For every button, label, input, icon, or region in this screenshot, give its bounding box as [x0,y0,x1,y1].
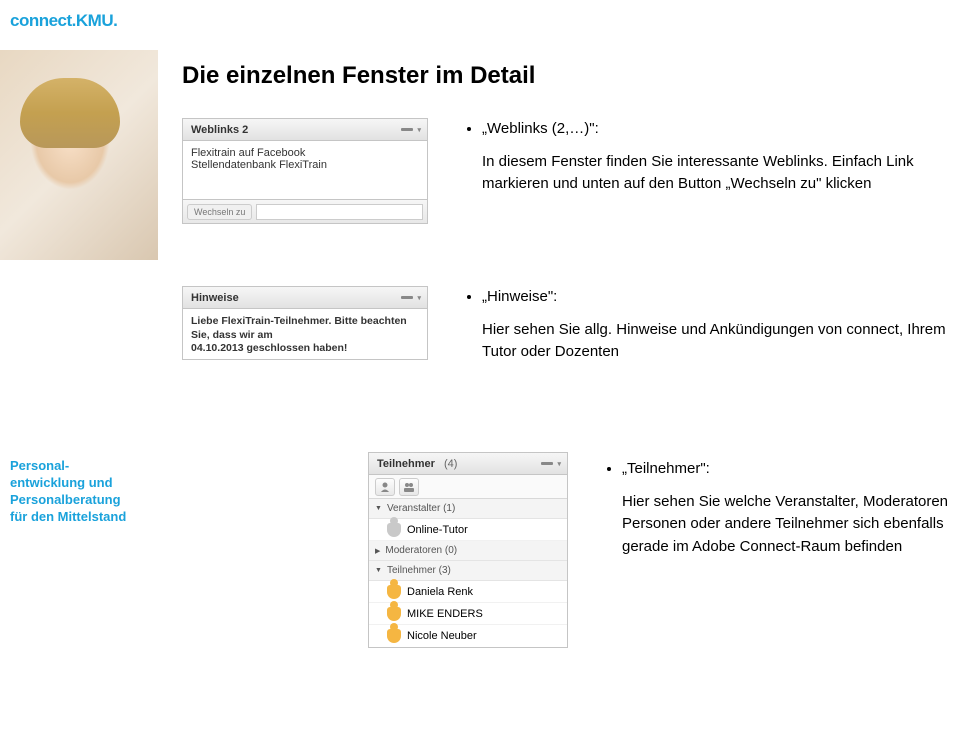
participant-name: Nicole Neuber [407,630,477,642]
panel-dropdown-icon[interactable]: ▾ [417,294,421,302]
bullet-weblinks: „Weblinks (2,…)": In diesem Fenster find… [458,118,948,196]
bullet-hinweise-desc: Hier sehen Sie allg. Hinweise und Ankünd… [482,319,948,364]
sidebar-tagline: Personal- entwicklung und Personalberatu… [10,458,150,526]
panel-menu-icon[interactable] [401,128,413,131]
chevron-right-icon: ▶ [375,547,380,555]
bullet-hinweise-title: „Hinweise": [482,286,948,309]
group-moderatoren[interactable]: ▶ Moderatoren (0) [369,541,567,561]
tagline-line-2: entwicklung und [10,475,150,492]
weblinks-body: Flexitrain auf Facebook Stellendatenbank… [183,141,427,199]
group-teilnehmer-label: Teilnehmer (3) [387,565,451,576]
toolbar-btn-1[interactable] [375,478,395,496]
panel-menu-icon[interactable] [541,462,553,465]
teilnehmer-title: Teilnehmer (4) [377,458,541,470]
hinweise-body: Liebe FlexiTrain-Teilnehmer. Bitte beach… [183,309,427,359]
decorative-photo [0,50,158,260]
bullet-hinweise: „Hinweise": Hier sehen Sie allg. Hinweis… [458,286,948,364]
participant-name: Online-Tutor [407,524,468,536]
hinweise-msg-line-2: 04.10.2013 geschlossen haben! [191,342,419,356]
person-icon [387,585,401,599]
panel-controls: ▾ [401,126,421,134]
hinweise-title: Hinweise [191,292,401,304]
logo: connect.KMU. [10,12,117,29]
person-icon [387,629,401,643]
teilnehmer-title-text: Teilnehmer [377,458,435,470]
teilnehmer-panel-header: Teilnehmer (4) ▾ [369,453,567,475]
weblinks-footer: Wechseln zu [183,199,427,223]
sidebar: connect.KMU. Personal- entwicklung und P… [0,0,158,756]
participant-row[interactable]: Daniela Renk [369,581,567,603]
wechseln-url-field[interactable] [256,204,423,220]
bullet-teilnehmer-title: „Teilnehmer": [622,458,948,481]
panel-controls: ▾ [401,294,421,302]
person-icon [387,523,401,537]
panel-controls: ▾ [541,460,561,468]
chevron-down-icon: ▼ [375,505,382,512]
logo-connect: connect. [10,11,76,30]
chevron-down-icon: ▼ [375,567,382,574]
teilnehmer-panel: Teilnehmer (4) ▾ ▼ Veranstalter (1) Onli… [368,452,568,648]
tagline-line-4: für den Mittelstand [10,509,150,526]
hinweise-panel: Hinweise ▾ Liebe FlexiTrain-Teilnehmer. … [182,286,428,360]
bullet-teilnehmer: „Teilnehmer": Hier sehen Sie welche Vera… [598,458,948,558]
tagline-line-1: Personal- [10,458,150,475]
wechseln-button[interactable]: Wechseln zu [187,204,252,220]
participant-name: MIKE ENDERS [407,608,483,620]
bullet-weblinks-title: „Weblinks (2,…)": [482,118,948,141]
logo-kmu: KMU [76,11,113,30]
teilnehmer-toolbar [369,475,567,499]
teilnehmer-count: (4) [444,458,457,470]
bullet-weblinks-desc: In diesem Fenster finden Sie interessant… [482,151,948,196]
weblinks-panel: Weblinks 2 ▾ Flexitrain auf Facebook Ste… [182,118,428,224]
group-veranstalter-label: Veranstalter (1) [387,503,455,514]
weblinks-panel-header: Weblinks 2 ▾ [183,119,427,141]
participant-row[interactable]: Nicole Neuber [369,625,567,647]
panel-dropdown-icon[interactable]: ▾ [557,460,561,468]
participant-row[interactable]: MIKE ENDERS [369,603,567,625]
weblinks-title: Weblinks 2 [191,124,401,136]
person-icon [387,607,401,621]
weblink-item-2[interactable]: Stellendatenbank FlexiTrain [191,159,419,171]
panel-menu-icon[interactable] [401,296,413,299]
toolbar-btn-2[interactable] [399,478,419,496]
participant-row-tutor[interactable]: Online-Tutor [369,519,567,541]
tagline-line-3: Personalberatung [10,492,150,509]
participant-name: Daniela Renk [407,586,473,598]
bullet-teilnehmer-desc: Hier sehen Sie welche Veranstalter, Mode… [622,491,948,559]
hinweise-panel-header: Hinweise ▾ [183,287,427,309]
panel-dropdown-icon[interactable]: ▾ [417,126,421,134]
group-moderatoren-label: Moderatoren (0) [385,545,457,556]
group-teilnehmer[interactable]: ▼ Teilnehmer (3) [369,561,567,581]
hinweise-msg-line-1: Liebe FlexiTrain-Teilnehmer. Bitte beach… [191,315,419,342]
group-veranstalter[interactable]: ▼ Veranstalter (1) [369,499,567,519]
weblink-item-1[interactable]: Flexitrain auf Facebook [191,147,419,159]
page-title: Die einzelnen Fenster im Detail [182,62,535,90]
logo-dot: . [113,11,117,30]
